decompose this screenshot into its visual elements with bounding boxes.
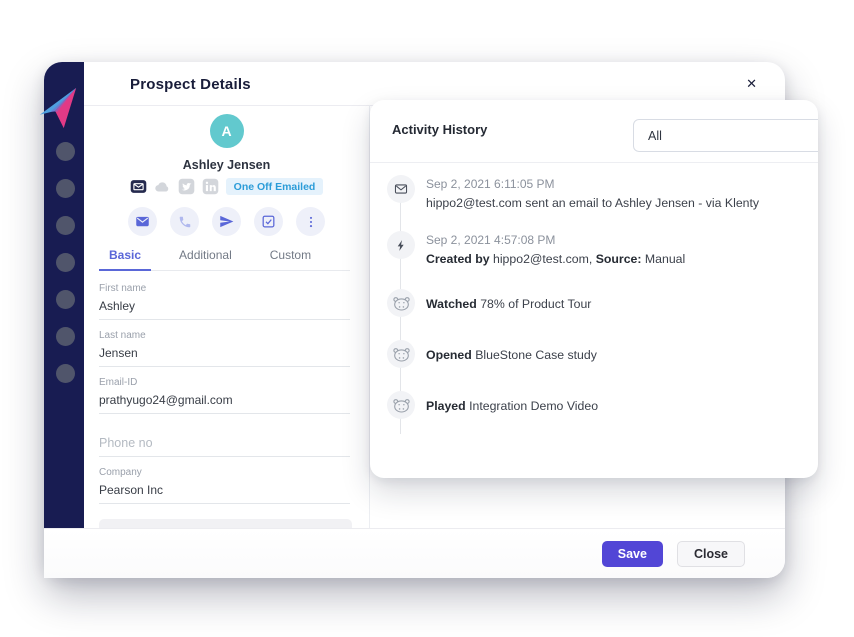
send-action-button[interactable] (212, 207, 241, 236)
activity-event: Opened BlueStone Case study (387, 340, 800, 368)
field-label: First name (99, 283, 350, 295)
phone-no-input[interactable]: Phone no (99, 436, 350, 451)
page-title: Prospect Details (130, 76, 251, 93)
hippo-icon (387, 391, 415, 419)
company-input[interactable]: Pearson Inc (99, 483, 350, 498)
prospect-left-column: A Ashley Jensen One Off Emailed Basic Add… (84, 106, 369, 514)
twitter-icon (178, 178, 195, 195)
modal-footer: Save Close (44, 528, 785, 578)
event-text: Opened BlueStone Case study (426, 347, 597, 364)
sidebar-nav-item[interactable] (56, 253, 75, 272)
event-body: Opened BlueStone Case study (426, 340, 597, 364)
email-id-input[interactable]: prathyugo24@gmail.com (99, 393, 350, 408)
event-text: hippo2@test.com sent an email to Ashley … (426, 195, 759, 212)
field-label: Email-ID (99, 377, 350, 389)
activity-filter-dropdown[interactable]: All (633, 119, 818, 152)
prospect-form: First name Ashley Last name Jensen Email-ID p… (99, 283, 350, 504)
activity-filter-value: All (648, 129, 662, 143)
profile-summary: A Ashley Jensen One Off Emailed (84, 106, 369, 236)
sidebar-nav-item[interactable] (56, 290, 75, 309)
form-field: Last name Jensen (99, 330, 350, 367)
tab-basic[interactable]: Basic (99, 244, 151, 271)
screen: Prospect Details ✕ A Ashley Jensen One O… (0, 0, 854, 637)
sidebar-nav-item[interactable] (56, 364, 75, 383)
form-field: First name Ashley (99, 283, 350, 320)
form-field: Phone no (99, 436, 350, 457)
field-label: Last name (99, 330, 350, 342)
mail-outline-icon (387, 175, 415, 203)
sidebar-nav-item[interactable] (56, 142, 75, 161)
sidebar-nav-item[interactable] (56, 327, 75, 346)
close-icon[interactable]: ✕ (746, 77, 757, 90)
app-sidebar (44, 62, 84, 578)
scrolled-content-peek (99, 519, 352, 528)
quick-actions-row (84, 207, 369, 236)
activity-event: Sep 2, 2021 6:11:05 PM hippo2@test.com se… (387, 175, 800, 212)
form-field: Email-ID prathyugo24@gmail.com (99, 377, 350, 414)
close-button[interactable]: Close (677, 541, 745, 567)
field-label: Company (99, 467, 350, 479)
tab-additional[interactable]: Additional (169, 244, 242, 270)
event-body: Sep 2, 2021 4:57:08 PM Created by hippo2@… (426, 231, 685, 268)
hippo-icon (387, 289, 415, 317)
save-button[interactable]: Save (602, 541, 663, 567)
phone-action-button[interactable] (170, 207, 199, 236)
tab-custom[interactable]: Custom (260, 244, 321, 270)
event-body: Played Integration Demo Video (426, 391, 598, 415)
bolt-icon (387, 231, 415, 259)
tasks-action-button[interactable] (254, 207, 283, 236)
event-timestamp: Sep 2, 2021 6:11:05 PM (426, 177, 759, 191)
first-name-input[interactable]: Ashley (99, 299, 350, 314)
activity-event: Played Integration Demo Video (387, 391, 800, 419)
activity-history-panel: Activity History All Sep 2, 2021 6:11:05… (370, 100, 818, 478)
last-name-input[interactable]: Jensen (99, 346, 350, 361)
activity-history-title: Activity History (392, 122, 487, 137)
hippo-icon (387, 340, 415, 368)
channel-status-row: One Off Emailed (84, 178, 369, 195)
event-text: Created by hippo2@test.com, Source: Manu… (426, 251, 685, 268)
prospect-name: Ashley Jensen (84, 158, 369, 172)
form-field: Company Pearson Inc (99, 467, 350, 504)
more-vertical-action-button[interactable] (296, 207, 325, 236)
event-body: Sep 2, 2021 6:11:05 PM hippo2@test.com se… (426, 175, 759, 212)
activity-timeline: Sep 2, 2021 6:11:05 PM hippo2@test.com se… (370, 162, 818, 478)
cloud-icon (154, 178, 171, 195)
event-timestamp: Sep 2, 2021 4:57:08 PM (426, 233, 685, 247)
mail-badge-icon (130, 178, 147, 195)
modal-header: Prospect Details ✕ (84, 62, 785, 105)
status-badge: One Off Emailed (226, 178, 324, 195)
event-body: Watched 78% of Product Tour (426, 289, 591, 313)
linkedin-icon (202, 178, 219, 195)
event-text: Played Integration Demo Video (426, 398, 598, 415)
detail-tabs: Basic Additional Custom (99, 244, 350, 271)
sidebar-nav-item[interactable] (56, 179, 75, 198)
avatar: A (210, 114, 244, 148)
app-logo-icon (35, 86, 81, 130)
event-text: Watched 78% of Product Tour (426, 296, 591, 313)
mail-action-button[interactable] (128, 207, 157, 236)
sidebar-nav-item[interactable] (56, 216, 75, 235)
activity-event: Watched 78% of Product Tour (387, 289, 800, 317)
activity-event: Sep 2, 2021 4:57:08 PM Created by hippo2@… (387, 231, 800, 268)
